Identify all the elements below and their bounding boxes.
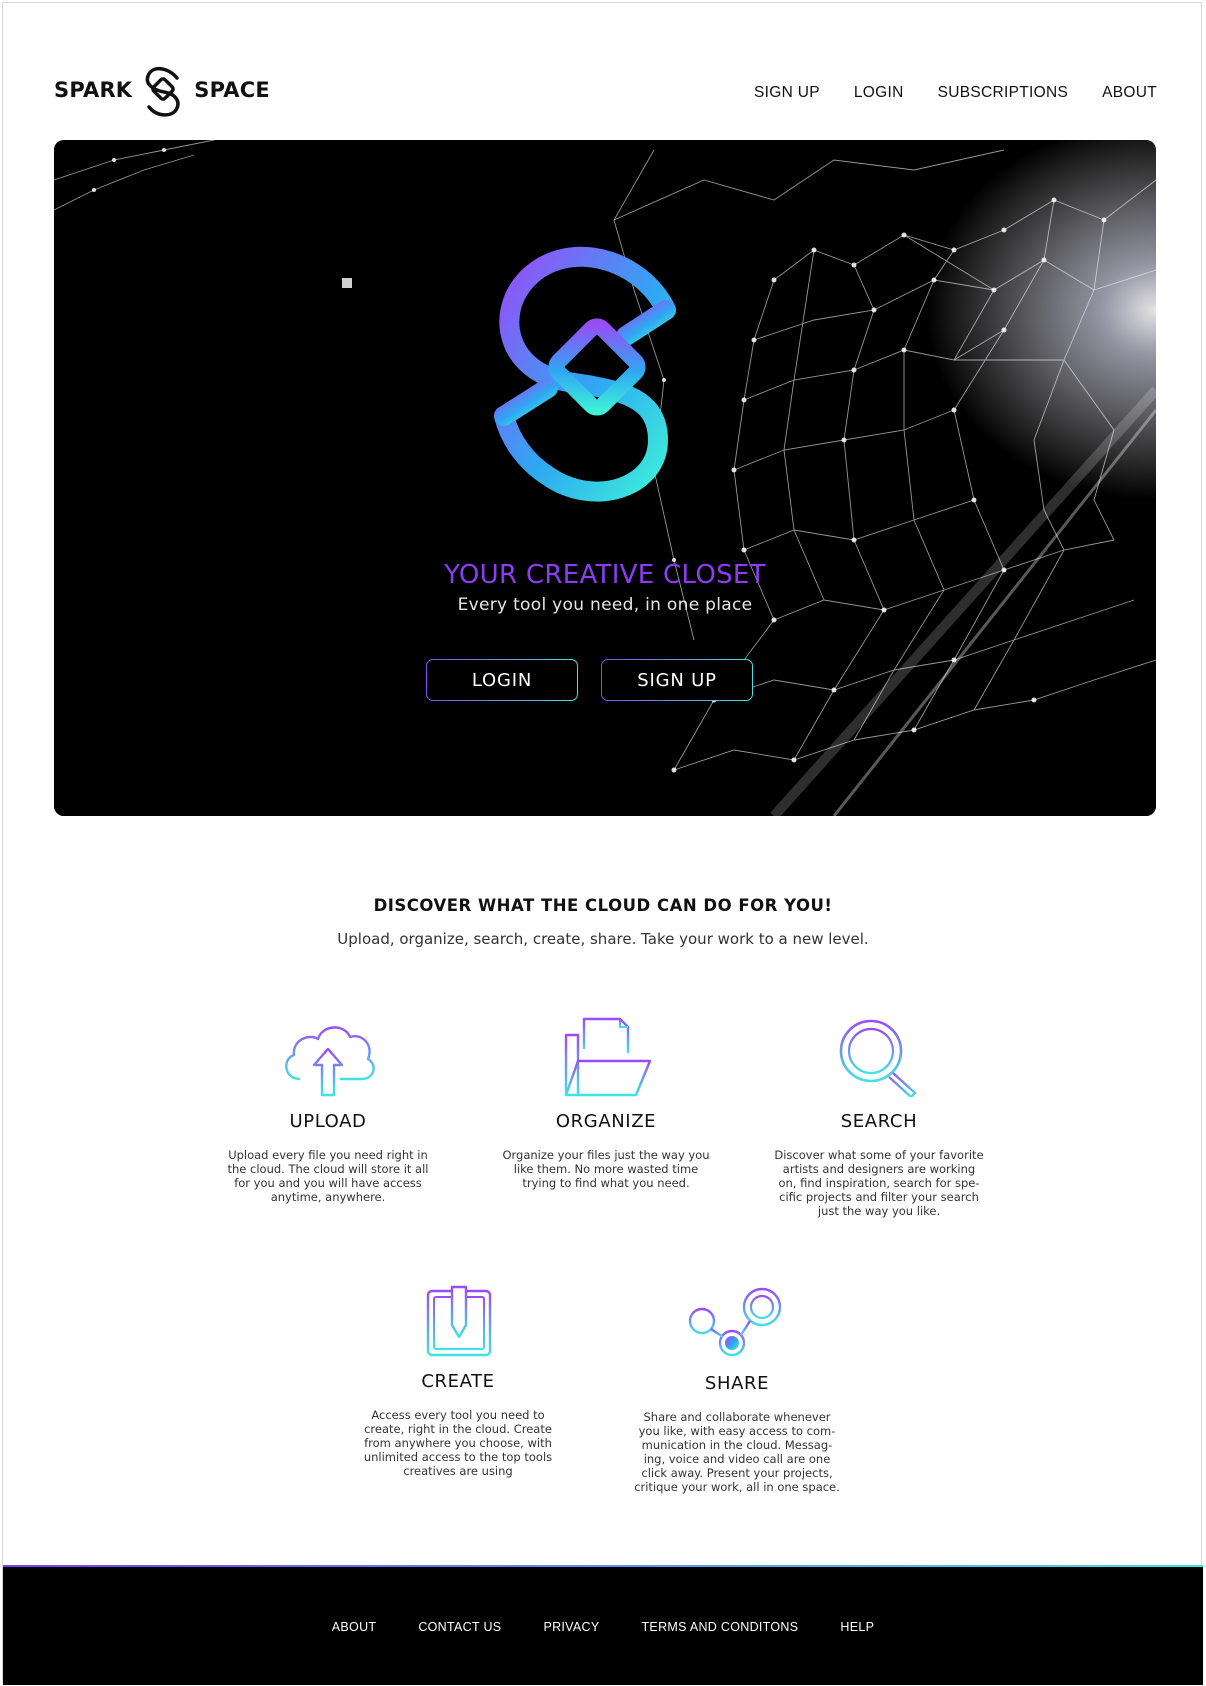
feature-title: SEARCH [840, 1111, 918, 1132]
nav-sign-up[interactable]: SIGN UP [754, 84, 820, 102]
feature-organize: ORGANIZE Organize your files just the wa… [496, 1015, 716, 1190]
feature-create: CREATE Access every tool you need to cre… [348, 1285, 568, 1478]
features-title: DISCOVER WHAT THE CLOUD CAN DO FOR YOU! [373, 896, 833, 915]
footer-contact-us-link[interactable]: CONTACT US [418, 1620, 501, 1634]
feature-description: Upload every file you need right in the … [227, 1148, 429, 1204]
nav-login[interactable]: LOGIN [854, 84, 904, 102]
footer-about-link[interactable]: ABOUT [332, 1620, 377, 1634]
footer-help-link[interactable]: HELP [840, 1620, 874, 1634]
footer-terms-link[interactable]: TERMS AND CONDITONS [642, 1620, 799, 1634]
brand-logo[interactable]: SPARK SPACE [54, 60, 270, 120]
share-nodes-icon [688, 1287, 782, 1357]
footer-privacy-link[interactable]: PRIVACY [543, 1620, 599, 1634]
spark-space-logo-icon [145, 67, 180, 117]
feature-title: SHARE [704, 1373, 770, 1394]
spark-space-hero-logo-icon [494, 246, 676, 502]
footer-gradient-line [3, 1565, 1203, 1567]
site-footer: ABOUT CONTACT US PRIVACY TERMS AND CONDI… [3, 1565, 1203, 1685]
brand-right-word: SPACE [194, 78, 270, 102]
pencil-tablet-icon [426, 1285, 492, 1357]
cloud-upload-icon [285, 1026, 375, 1097]
hero-subtitle: Every tool you need, in one place [457, 595, 753, 615]
feature-description: Organize your files just the way you lik… [502, 1148, 710, 1190]
feature-description: Discover what some of your favorite arti… [774, 1148, 984, 1218]
hero-sign-up-button[interactable]: SIGN UP [601, 659, 753, 701]
footer-links: ABOUT CONTACT US PRIVACY TERMS AND CONDI… [3, 1620, 1203, 1634]
nav-subscriptions[interactable]: SUBSCRIPTIONS [938, 84, 1069, 102]
top-nav: SIGN UP LOGIN SUBSCRIPTIONS ABOUT [754, 84, 1157, 102]
feature-title: UPLOAD [289, 1111, 367, 1132]
feature-title: CREATE [421, 1371, 495, 1392]
feature-search: SEARCH Discover what some of your favori… [769, 1015, 989, 1218]
hero-title: YOUR CREATIVE CLOSET [444, 560, 766, 590]
features-subtitle: Upload, organize, search, create, share.… [337, 930, 869, 948]
feature-description: Access every tool you need to create, ri… [363, 1408, 553, 1478]
hero-login-button[interactable]: LOGIN [426, 659, 578, 701]
brand-left-word: SPARK [54, 78, 133, 102]
magnifier-icon [839, 1019, 917, 1097]
feature-share: SHARE Share and collaborate whenever you… [627, 1285, 847, 1494]
folder-document-icon [564, 1017, 652, 1097]
feature-upload: UPLOAD Upload every file you need right … [218, 1015, 438, 1204]
hero-banner: YOUR CREATIVE CLOSET Every tool you need… [54, 140, 1156, 816]
feature-description: Share and collaborate whenever you like,… [634, 1410, 840, 1494]
feature-title: ORGANIZE [555, 1111, 657, 1132]
nav-about[interactable]: ABOUT [1102, 84, 1157, 102]
